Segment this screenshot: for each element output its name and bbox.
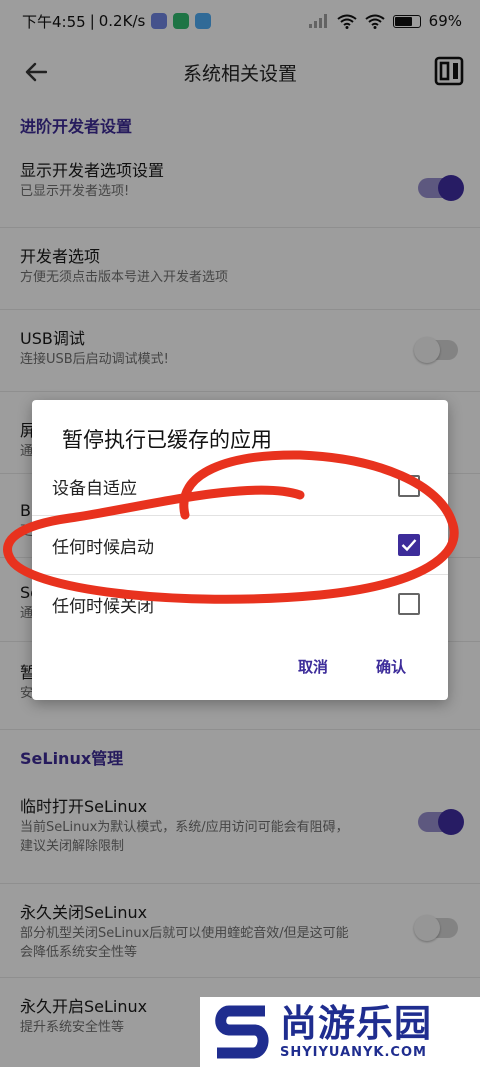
dialog-option-always-start[interactable]: 任何时候启动 xyxy=(32,516,448,574)
cancel-button[interactable]: 取消 xyxy=(298,656,328,677)
checkbox-checked[interactable] xyxy=(398,534,420,556)
option-label: 设备自适应 xyxy=(52,478,137,499)
confirm-button[interactable]: 确认 xyxy=(376,656,406,677)
app-freezer-dialog: 暂停执行已缓存的应用 设备自适应 任何时候启动 任何时候关闭 取消 确认 xyxy=(32,400,448,700)
option-label: 任何时候启动 xyxy=(52,537,154,558)
checkbox[interactable] xyxy=(398,593,420,615)
watermark-logo-icon xyxy=(210,1002,274,1062)
checkmark-icon xyxy=(401,539,417,552)
dialog-option-adaptive[interactable]: 设备自适应 xyxy=(32,457,448,515)
dialog-title: 暂停执行已缓存的应用 xyxy=(62,428,272,452)
dialog-option-always-close[interactable]: 任何时候关闭 xyxy=(32,575,448,633)
checkbox[interactable] xyxy=(398,475,420,497)
watermark-brand-en: SHYIYUANYK.COM xyxy=(280,1045,427,1060)
option-label: 任何时候关闭 xyxy=(52,596,154,617)
watermark: 尚游乐园 SHYIYUANYK.COM xyxy=(200,997,480,1067)
watermark-brand-cn: 尚游乐园 xyxy=(280,1002,432,1045)
